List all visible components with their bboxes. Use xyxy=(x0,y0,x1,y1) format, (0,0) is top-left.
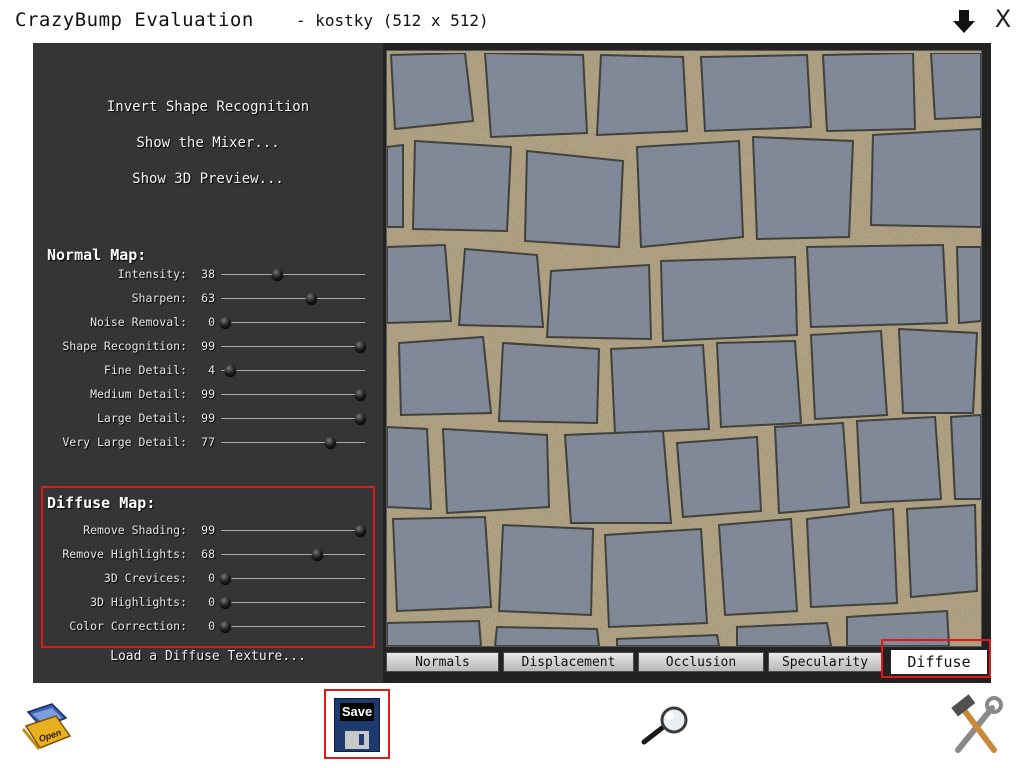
noise-removal-value: 0 xyxy=(208,315,215,329)
color-correction-value: 0 xyxy=(208,619,215,633)
diffuse-map-slider-row: Remove Highlights: 68 xyxy=(33,545,383,563)
open-button[interactable]: Open xyxy=(22,700,74,752)
tab-occlusion[interactable]: Occlusion xyxy=(638,652,764,672)
sharpen-slider[interactable] xyxy=(221,293,365,304)
sharpen-label: Sharpen: xyxy=(131,291,187,305)
normal-map-slider-row: Large Detail: 99 xyxy=(33,409,383,427)
color-correction-slider[interactable] xyxy=(220,621,365,632)
very-large-detail-value: 77 xyxy=(201,435,215,449)
remove-shading-slider-thumb[interactable] xyxy=(354,525,366,536)
normal-map-slider-row: Fine Detail: 4 xyxy=(33,361,383,379)
remove-highlights-slider[interactable] xyxy=(221,549,365,560)
very-large-detail-slider-thumb[interactable] xyxy=(324,437,336,448)
folder-icon: Open xyxy=(22,703,72,750)
cobblestone-texture-image xyxy=(387,51,981,646)
tab-displacement[interactable]: Displacement xyxy=(503,652,634,672)
diffuse-map-slider-row: Remove Shading: 99 xyxy=(33,521,383,539)
intensity-slider-thumb[interactable] xyxy=(271,269,283,280)
close-button[interactable]: X xyxy=(990,4,1016,34)
medium-detail-slider[interactable] xyxy=(221,389,366,400)
show-3d-preview-option[interactable]: Show 3D Preview... xyxy=(33,171,383,187)
tab-specularity[interactable]: Specularity xyxy=(768,652,882,672)
noise-removal-slider[interactable] xyxy=(220,317,365,328)
very-large-detail-label: Very Large Detail: xyxy=(62,435,187,449)
show-mixer-option[interactable]: Show the Mixer... xyxy=(33,135,383,151)
remove-shading-value: 99 xyxy=(201,523,215,537)
remove-highlights-slider-thumb[interactable] xyxy=(312,549,324,560)
shape-recognition-value: 99 xyxy=(201,339,215,353)
title-bar: CrazyBump Evaluation - kostky (512 x 512… xyxy=(0,0,1024,42)
normal-map-slider-row: Noise Removal: 0 xyxy=(33,313,383,331)
sharpen-slider-thumb[interactable] xyxy=(305,293,317,304)
save-label: Save xyxy=(340,703,374,721)
hammer-wrench-icon[interactable] xyxy=(948,694,1004,756)
large-detail-slider-thumb[interactable] xyxy=(354,413,366,424)
color-correction-label: Color Correction: xyxy=(69,619,187,633)
load-diffuse-texture-link[interactable]: Load a Diffuse Texture... xyxy=(33,649,383,664)
noise-removal-slider-thumb[interactable] xyxy=(220,317,231,328)
main-area: Invert Shape Recognition Show the Mixer.… xyxy=(33,43,991,683)
medium-detail-slider-thumb[interactable] xyxy=(354,389,366,400)
normal-map-title: Normal Map: xyxy=(47,246,147,264)
fine-detail-slider-thumb[interactable] xyxy=(225,365,237,376)
large-detail-value: 99 xyxy=(201,411,215,425)
intensity-label: Intensity: xyxy=(117,267,187,281)
medium-detail-value: 99 xyxy=(201,387,215,401)
normal-map-slider-row: Sharpen: 63 xyxy=(33,289,383,307)
remove-highlights-value: 68 xyxy=(201,547,215,561)
diffuse-map-slider-row: 3D Highlights: 0 xyxy=(33,593,383,611)
fine-detail-slider[interactable] xyxy=(221,365,365,376)
texture-preview xyxy=(386,50,982,647)
remove-shading-label: Remove Shading: xyxy=(83,523,187,537)
invert-shape-recognition-option[interactable]: Invert Shape Recognition xyxy=(33,99,383,115)
normal-map-slider-row: Shape Recognition: 99 xyxy=(33,337,383,355)
settings-panel: Invert Shape Recognition Show the Mixer.… xyxy=(33,43,383,683)
normal-map-slider-row: Medium Detail: 99 xyxy=(33,385,383,403)
3d-crevices-label: 3D Crevices: xyxy=(103,571,187,585)
diffuse-map-slider-row: Color Correction: 0 xyxy=(33,617,383,635)
magnifier-icon[interactable] xyxy=(638,704,692,748)
3d-crevices-value: 0 xyxy=(208,571,215,585)
3d-highlights-slider[interactable] xyxy=(220,597,365,608)
intensity-slider[interactable] xyxy=(221,269,365,280)
color-correction-slider-thumb[interactable] xyxy=(220,621,231,632)
fine-detail-label: Fine Detail: xyxy=(103,363,187,377)
remove-shading-slider[interactable] xyxy=(221,525,366,536)
3d-highlights-slider-thumb[interactable] xyxy=(220,597,231,608)
medium-detail-label: Medium Detail: xyxy=(90,387,187,401)
diffuse-tab-highlight xyxy=(881,639,991,678)
large-detail-slider[interactable] xyxy=(221,413,366,424)
save-button[interactable]: Save xyxy=(334,698,380,752)
sharpen-value: 63 xyxy=(201,291,215,305)
fine-detail-value: 4 xyxy=(208,363,215,377)
intensity-value: 38 xyxy=(201,267,215,281)
app-title: CrazyBump Evaluation xyxy=(15,9,254,31)
large-detail-label: Large Detail: xyxy=(96,411,187,425)
very-large-detail-slider[interactable] xyxy=(221,437,365,448)
3d-highlights-label: 3D Highlights: xyxy=(90,595,187,609)
diffuse-map-slider-row: 3D Crevices: 0 xyxy=(33,569,383,587)
normal-map-slider-row: Intensity: 38 xyxy=(33,265,383,283)
noise-removal-label: Noise Removal: xyxy=(90,315,187,329)
normal-map-slider-row: Very Large Detail: 77 xyxy=(33,433,383,451)
3d-crevices-slider-thumb[interactable] xyxy=(220,573,231,584)
shape-recognition-slider[interactable] xyxy=(221,341,366,352)
tab-normals[interactable]: Normals xyxy=(386,652,499,672)
diffuse-map-title: Diffuse Map: xyxy=(47,494,156,512)
3d-highlights-value: 0 xyxy=(208,595,215,609)
shape-recognition-slider-thumb[interactable] xyxy=(354,341,366,352)
file-title: - kostky (512 x 512) xyxy=(296,11,489,30)
shape-recognition-label: Shape Recognition: xyxy=(62,339,187,353)
remove-highlights-label: Remove Highlights: xyxy=(62,547,187,561)
3d-crevices-slider[interactable] xyxy=(220,573,365,584)
floppy-shutter xyxy=(345,731,369,749)
down-arrow-icon[interactable] xyxy=(950,6,978,36)
